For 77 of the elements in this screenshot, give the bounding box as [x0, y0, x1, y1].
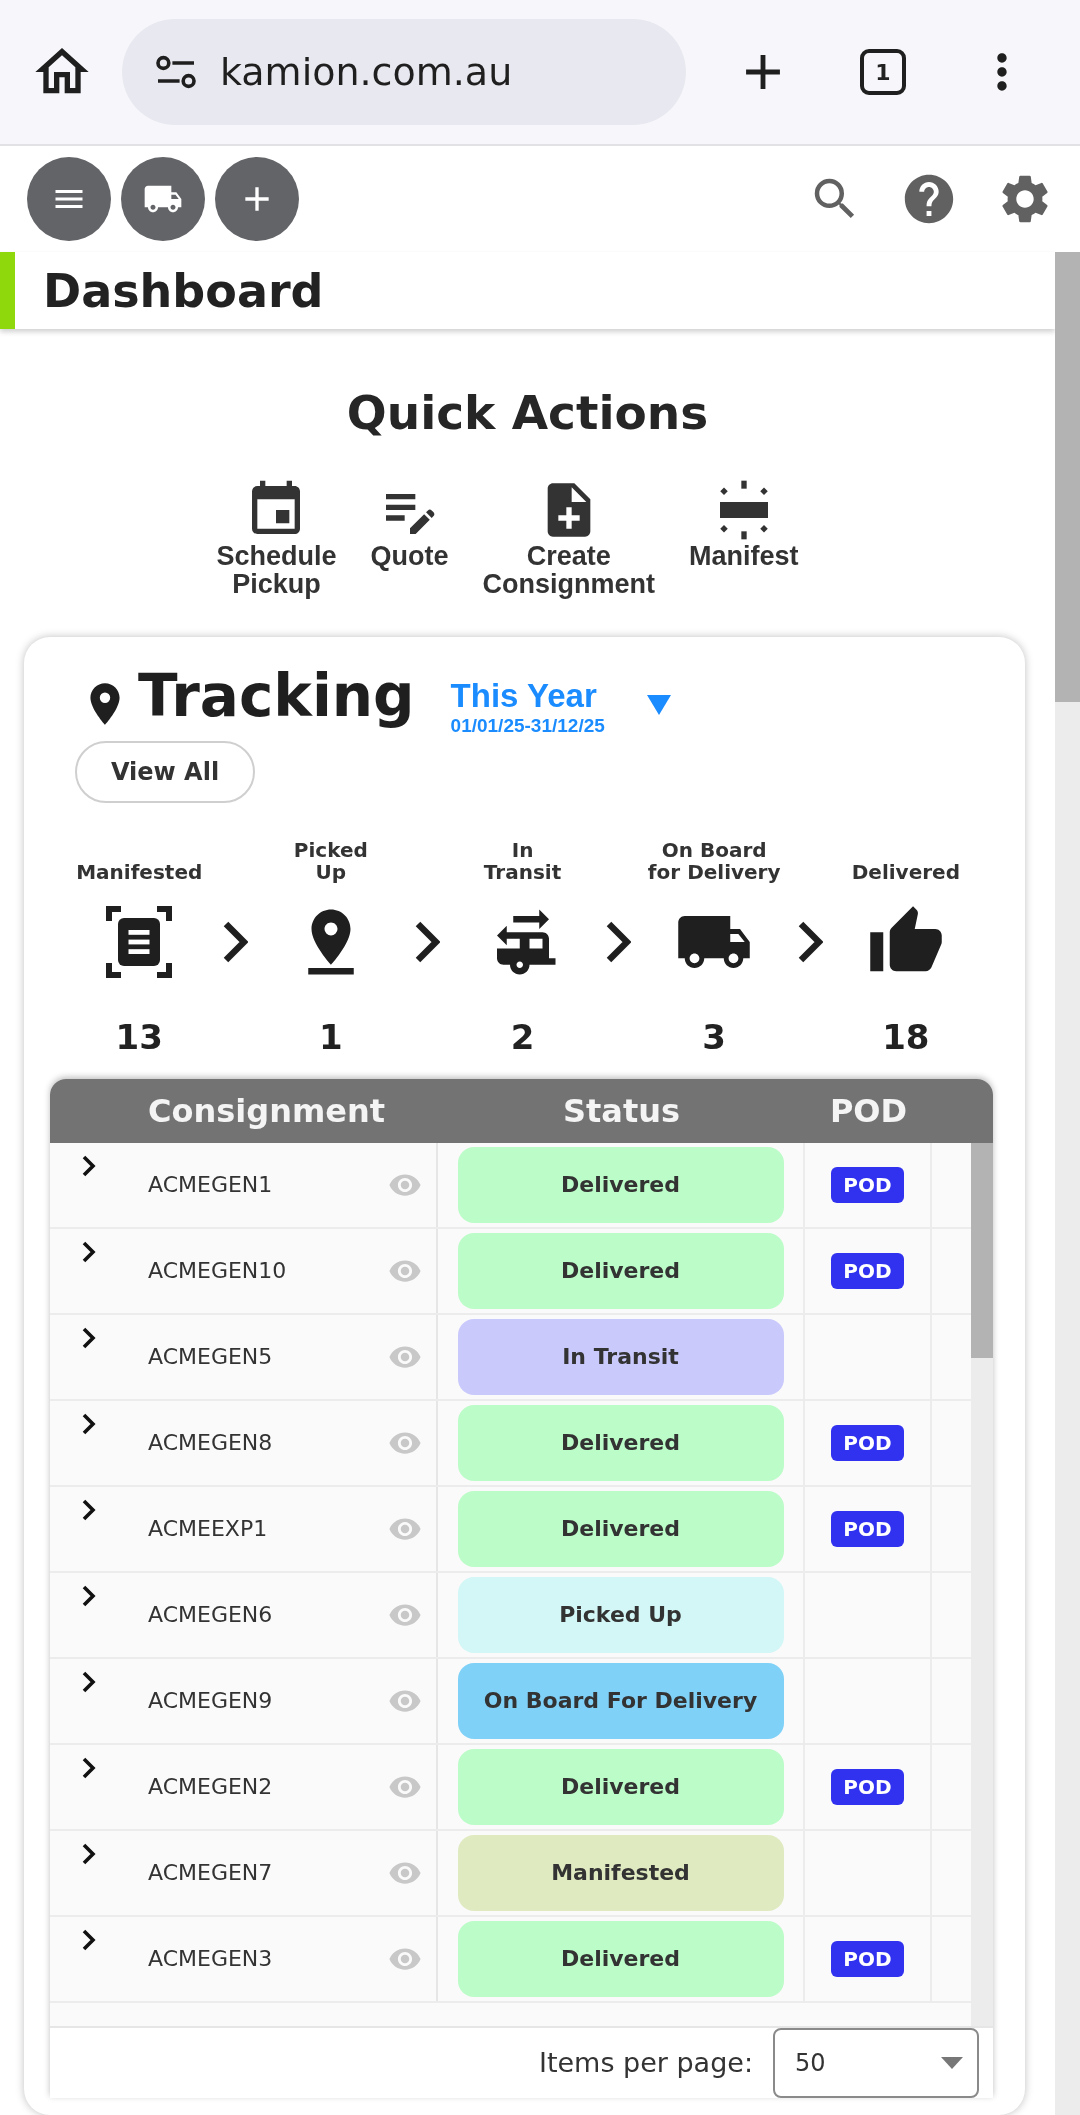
expand-icon[interactable] — [80, 1154, 97, 1177]
expand-icon[interactable] — [80, 1498, 97, 1521]
status-pill: Delivered — [457, 1490, 784, 1567]
address-bar[interactable]: kamion.com.au — [122, 19, 686, 125]
status-pill: Delivered — [457, 1232, 784, 1309]
chevron-icon — [797, 919, 823, 964]
quick-action-label: Manifest — [689, 542, 799, 571]
quick-action[interactable]: Manifest — [689, 478, 799, 571]
chevron-icon — [413, 919, 440, 964]
consignment-id: ACMEGEN8 — [148, 1430, 274, 1456]
tune-icon[interactable] — [154, 54, 198, 90]
pod-badge[interactable]: POD — [831, 1166, 904, 1203]
pod-badge[interactable]: POD — [831, 1424, 904, 1461]
consignment-id: ACMEGEN3 — [148, 1946, 274, 1972]
section-title: Quick Actions — [346, 385, 709, 440]
expand-icon[interactable] — [80, 1412, 97, 1435]
consignment-id: ACMEEXP1 — [148, 1516, 269, 1542]
page-title: Dashboard — [43, 263, 324, 318]
pod-badge[interactable]: POD — [831, 1510, 904, 1547]
step-count: 3 — [702, 1016, 726, 1057]
page-scrollbar[interactable] — [1055, 252, 1080, 2115]
status-pill: In Transit — [457, 1318, 784, 1395]
consignment-id: ACMEGEN10 — [148, 1258, 288, 1284]
quick-action-label: Schedule Pickup — [216, 542, 337, 599]
column-header: POD — [828, 1091, 909, 1130]
step-label: Delivered — [851, 858, 960, 883]
consignment-id: ACMEGEN2 — [148, 1774, 274, 1800]
expand-icon[interactable] — [80, 1240, 97, 1263]
quick-action[interactable]: Create Consignment — [482, 478, 655, 599]
expand-icon[interactable] — [80, 1670, 97, 1693]
caret-icon — [644, 692, 673, 717]
expand-icon[interactable] — [80, 1842, 97, 1865]
quick-action[interactable]: Quote — [370, 478, 449, 571]
consignment-id: ACMEGEN9 — [148, 1688, 274, 1714]
step-label: In Transit — [483, 836, 562, 883]
expand-icon[interactable] — [80, 1326, 97, 1349]
column-header: Consignment — [147, 1091, 387, 1130]
view-all-button[interactable]: View All — [75, 740, 255, 803]
status-pill: Delivered — [457, 1146, 784, 1223]
step-count: 2 — [510, 1016, 535, 1057]
date-range: 01/01/25-31/12/25 — [450, 714, 605, 737]
dropdown-icon — [941, 2056, 963, 2069]
pod-badge[interactable]: POD — [831, 1940, 904, 1977]
status-pill: Picked Up — [457, 1576, 784, 1653]
step-label: Manifested — [76, 858, 203, 883]
status-pill: On Board For Delivery — [457, 1662, 784, 1739]
chevron-icon — [605, 919, 632, 964]
step-count: 13 — [115, 1016, 163, 1057]
quick-action-label: Quote — [370, 542, 449, 571]
expand-icon[interactable] — [80, 1928, 97, 1951]
column-header: Status — [561, 1091, 682, 1130]
period-name: This Year — [450, 676, 597, 715]
card-title: Tracking — [138, 664, 415, 729]
tab-count[interactable]: 1 — [860, 49, 906, 95]
step-count: 1 — [319, 1016, 343, 1057]
quick-action-label: Create Consignment — [482, 542, 655, 599]
consignment-id: ACMEGEN7 — [148, 1860, 274, 1886]
step-label: Picked Up — [293, 836, 368, 883]
status-pill: Manifested — [457, 1834, 784, 1911]
consignment-id: ACMEGEN5 — [148, 1344, 274, 1370]
items-per-page-label: Items per page: — [538, 2047, 753, 2079]
consignment-id: ACMEGEN1 — [148, 1172, 274, 1198]
consignment-id: ACMEGEN6 — [148, 1602, 274, 1628]
quick-action[interactable]: Schedule Pickup — [216, 478, 337, 599]
pod-badge[interactable]: POD — [831, 1252, 904, 1289]
step-count: 18 — [882, 1016, 930, 1057]
url-text: kamion.com.au — [220, 50, 513, 94]
status-pill: Delivered — [457, 1748, 784, 1825]
scrollbar[interactable] — [971, 1142, 993, 2026]
expand-icon[interactable] — [80, 1756, 97, 1779]
step-label: On Board for Delivery — [647, 836, 781, 883]
pod-badge[interactable]: POD — [831, 1768, 904, 1805]
expand-icon[interactable] — [80, 1584, 97, 1607]
status-pill: Delivered — [457, 1404, 784, 1481]
items-per-page-select[interactable]: 50 — [773, 2027, 979, 2098]
status-pill: Delivered — [457, 1920, 784, 1997]
chevron-icon — [222, 919, 249, 964]
